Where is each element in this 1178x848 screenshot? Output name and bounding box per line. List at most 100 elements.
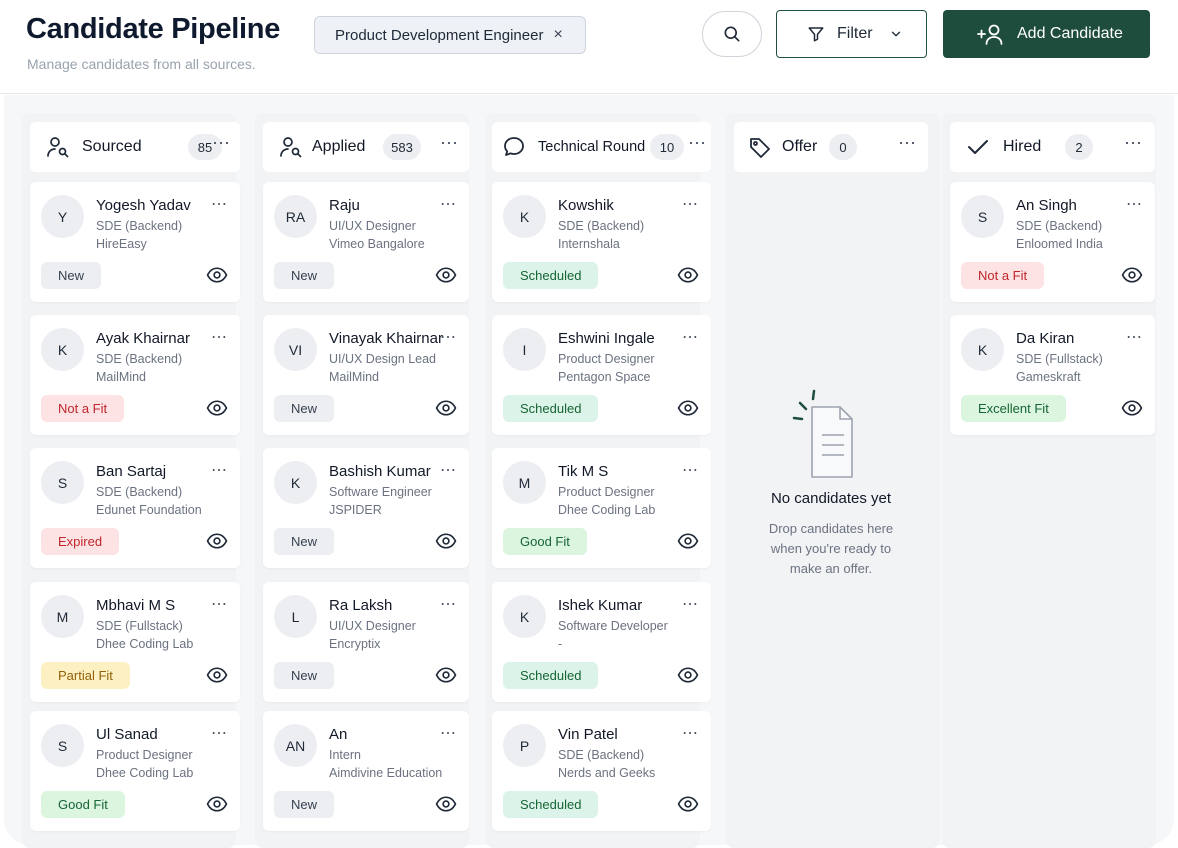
column-title: Offer [782,138,818,155]
candidate-name: Ayak Khairnar [96,330,190,347]
candidate-organization: Enloomed India [1016,237,1103,251]
search-icon [724,26,740,42]
eye-icon[interactable] [206,666,228,684]
chip-close-icon[interactable]: × [553,26,562,44]
candidate-role: Intern [329,748,361,762]
candidate-card[interactable]: RA Raju UI/UX Designer Vimeo Bangalore ⋯ New [263,182,469,302]
eye-icon[interactable] [435,266,457,284]
eye-icon[interactable] [677,266,699,284]
candidate-card[interactable]: K Da Kiran SDE (Fullstack) Gameskraft ⋯ Excel… [950,315,1155,435]
eye-icon[interactable] [677,532,699,550]
candidate-card[interactable]: L Ra Laksh UI/UX Designer Encryptix ⋯ New [263,582,469,702]
candidate-card[interactable]: S Ul Sanad Product Designer Dhee Coding Lab… [30,711,240,831]
column-header-sourced[interactable]: Sourced 85 ⋯ [30,122,240,172]
column-title: Applied [312,138,366,155]
more-options-icon[interactable]: ⋯ [440,194,457,214]
candidate-card[interactable]: K Kowshik SDE (Backend) Internshala ⋯ Schedul… [492,182,711,302]
more-options-icon[interactable]: ⋯ [688,133,707,154]
candidate-card[interactable]: K Ishek Kumar Software Developer - ⋯ Schedule… [492,582,711,702]
eye-icon[interactable] [206,532,228,550]
candidate-organization: HireEasy [96,237,147,251]
eye-icon[interactable] [677,666,699,684]
candidate-name: An [329,726,348,743]
eye-icon[interactable] [435,795,457,813]
empty-state-title: No candidates yet [770,490,892,507]
status-badge: Good Fit [503,528,587,555]
more-options-icon[interactable]: ⋯ [682,194,699,214]
candidate-card[interactable]: AN An Intern Aimdivine Education ⋯ New [263,711,469,831]
candidate-card[interactable]: I Eshwini Ingale Product Designer Pentagon … [492,315,711,435]
eye-icon[interactable] [1121,399,1143,417]
column-header-technical-round[interactable]: Technical Round 10 ⋯ [492,122,711,172]
more-options-icon[interactable]: ⋯ [211,594,228,614]
more-options-icon[interactable]: ⋯ [440,723,457,743]
document-icon [792,389,853,478]
funnel-icon [808,27,824,42]
eye-icon[interactable] [1121,266,1143,284]
column-header-hired[interactable]: Hired 2 ⋯ [950,122,1155,172]
more-options-icon[interactable]: ⋯ [440,327,457,347]
candidate-card[interactable]: K Bashish Kumar Software Engineer JSPIDER ⋯ N… [263,448,469,568]
more-options-icon[interactable]: ⋯ [898,133,917,154]
eye-icon[interactable] [435,666,457,684]
more-options-icon[interactable]: ⋯ [211,723,228,743]
chat-bubble-icon [504,137,524,156]
filter-button[interactable]: Filter [776,10,927,58]
eye-icon[interactable] [435,399,457,417]
candidate-name: Da Kiran [1016,330,1075,347]
candidate-card[interactable]: M Mbhavi M S SDE (Fullstack) Dhee Coding La… [30,582,240,702]
add-candidate-button[interactable]: Add Candidate [943,10,1150,58]
eye-icon[interactable] [206,266,228,284]
more-options-icon[interactable]: ⋯ [211,327,228,347]
candidate-organization: - [558,637,563,651]
column-header-offer[interactable]: Offer 0 ⋯ [734,122,928,172]
candidate-card[interactable]: Y Yogesh Yadav SDE (Backend) HireEasy ⋯ New [30,182,240,302]
candidate-card[interactable]: S An Singh SDE (Backend) Enloomed India ⋯ Not… [950,182,1155,302]
more-options-icon[interactable]: ⋯ [211,194,228,214]
more-options-icon[interactable]: ⋯ [440,133,459,154]
user-search-icon [280,137,302,158]
candidate-name: An Singh [1016,197,1077,214]
more-options-icon[interactable]: ⋯ [1126,327,1143,347]
status-badge: Partial Fit [41,662,130,689]
status-badge: New [274,262,335,289]
eye-icon[interactable] [435,532,457,550]
more-options-icon[interactable]: ⋯ [440,460,457,480]
candidate-role: Product Designer [558,352,655,366]
candidate-organization: Vimeo Bangalore [329,237,425,251]
candidate-card[interactable]: P Vin Patel SDE (Backend) Nerds and Geeks ⋯ S… [492,711,711,831]
chevron-down-icon [891,31,900,37]
eye-icon[interactable] [677,795,699,813]
column-title: Sourced [82,138,142,155]
candidate-card[interactable]: M Tik M S Product Designer Dhee Coding Lab ⋯… [492,448,711,568]
more-options-icon[interactable]: ⋯ [682,594,699,614]
column-count-badge: 10 [650,134,684,160]
column-header-applied[interactable]: Applied 583 ⋯ [263,122,469,172]
avatar: VI [274,328,317,371]
eye-icon[interactable] [206,399,228,417]
more-options-icon[interactable]: ⋯ [1124,133,1143,154]
job-filter-chip[interactable]: Product Development Engineer × [314,16,586,54]
more-options-icon[interactable]: ⋯ [440,594,457,614]
eye-icon[interactable] [677,399,699,417]
offer-empty-state: No candidates yet Drop candidates here w… [735,385,927,579]
column-count-badge: 0 [829,134,857,160]
more-options-icon[interactable]: ⋯ [682,327,699,347]
candidate-organization: JSPIDER [329,503,382,517]
status-badge: Good Fit [41,791,125,818]
candidate-card[interactable]: VI Vinayak Khairnar UI/UX Design Lead MailM… [263,315,469,435]
candidate-role: SDE (Backend) [558,219,645,233]
eye-icon[interactable] [206,795,228,813]
more-options-icon[interactable]: ⋯ [682,723,699,743]
search-button[interactable] [702,11,762,57]
more-options-icon[interactable]: ⋯ [211,460,228,480]
more-options-icon[interactable]: ⋯ [1126,194,1143,214]
more-options-icon[interactable]: ⋯ [682,460,699,480]
candidate-card[interactable]: S Ban Sartaj SDE (Backend) Edunet Foundatio… [30,448,240,568]
avatar: Y [41,195,84,238]
candidate-role: SDE (Fullstack) [96,619,183,633]
candidate-card[interactable]: K Ayak Khairnar SDE (Backend) MailMind ⋯ Not … [30,315,240,435]
more-options-icon[interactable]: ⋯ [212,133,231,154]
candidate-role: SDE (Backend) [1016,219,1103,233]
avatar: L [274,595,317,638]
